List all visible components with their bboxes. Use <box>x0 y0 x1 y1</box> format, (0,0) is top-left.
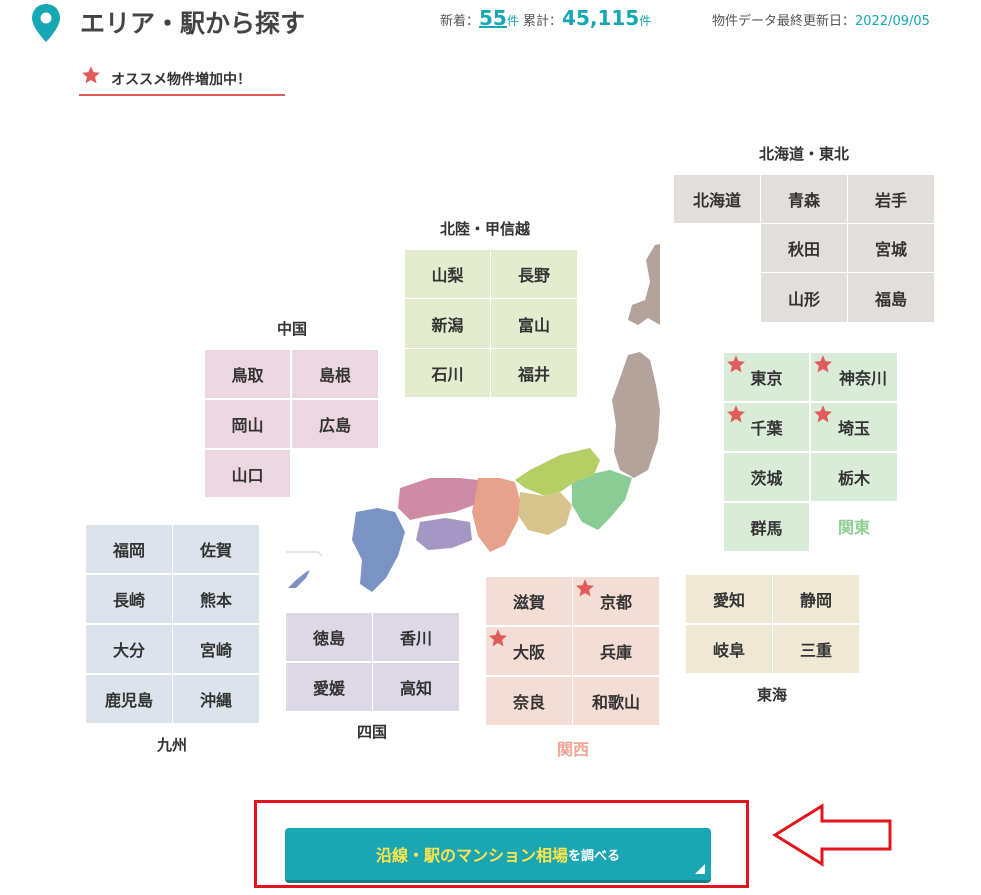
page-title: エリア・駅から探す <box>80 9 306 38</box>
pref-okayama[interactable]: 岡山 <box>205 400 290 448</box>
pref-gifu[interactable]: 岐阜 <box>686 625 772 673</box>
pref-kochi[interactable]: 高知 <box>373 663 459 711</box>
pref-kyoto[interactable]: 京都 <box>573 577 659 625</box>
pref-fukushima[interactable]: 福島 <box>848 273 934 322</box>
pref-shiga[interactable]: 滋賀 <box>486 577 572 625</box>
star-icon <box>576 579 594 597</box>
region-label-kanto: 関東 <box>837 518 870 537</box>
pref-hiroshima[interactable]: 広島 <box>292 400 378 448</box>
region-label-kyushu: 九州 <box>156 736 187 754</box>
star-icon <box>82 66 100 84</box>
pref-iwate[interactable]: 岩手 <box>848 175 934 223</box>
pref-toyama[interactable]: 富山 <box>491 299 577 348</box>
pref-kanagawa[interactable]: 神奈川 <box>811 353 897 401</box>
last-updated: 物件データ最終更新日：2022/09/05 <box>712 10 930 29</box>
map-tohoku <box>612 352 660 478</box>
updated-date: 2022/09/05 <box>855 14 930 29</box>
left-arrow-icon <box>772 803 892 867</box>
pref-tottori[interactable]: 鳥取 <box>205 350 290 398</box>
region-label-hokkaido-tohoku: 北海道・東北 <box>758 145 849 163</box>
pref-yamanashi[interactable]: 山梨 <box>405 250 490 298</box>
map-tokai <box>518 492 572 535</box>
star-icon <box>489 629 507 647</box>
pref-aomori[interactable]: 青森 <box>761 175 847 223</box>
pref-hokkaido[interactable]: 北海道 <box>674 175 760 223</box>
region-label-chugoku: 中国 <box>276 320 307 338</box>
map-chugoku <box>398 478 478 520</box>
pref-saitama[interactable]: 埼玉 <box>811 403 897 451</box>
pref-yamagata[interactable]: 山形 <box>761 273 847 322</box>
region-label-shikoku: 四国 <box>356 723 387 741</box>
pref-miyazaki[interactable]: 宮崎 <box>173 625 259 673</box>
pref-chiba[interactable]: 千葉 <box>724 403 809 451</box>
pref-ehime[interactable]: 愛媛 <box>286 663 372 711</box>
star-icon <box>727 405 745 423</box>
pref-okinawa[interactable]: 沖縄 <box>173 675 259 723</box>
star-icon <box>727 355 745 373</box>
star-icon <box>814 355 832 373</box>
region-label-tokai: 東海 <box>756 686 787 704</box>
pref-fukuoka[interactable]: 福岡 <box>86 525 172 573</box>
new-unit: 件 <box>506 14 519 28</box>
pref-niigata[interactable]: 新潟 <box>405 299 490 348</box>
map-shikoku <box>416 518 472 550</box>
location-pin-icon <box>32 4 60 42</box>
region-label-hokuriku: 北陸・甲信越 <box>439 220 530 238</box>
total-unit: 件 <box>639 14 652 28</box>
total-count: 45,115 <box>562 6 640 30</box>
region-label-kansai: 関西 <box>556 740 589 759</box>
pref-saga[interactable]: 佐賀 <box>173 525 259 573</box>
star-icon <box>814 405 832 423</box>
pref-aichi[interactable]: 愛知 <box>686 575 772 623</box>
map-hokkaido <box>628 244 660 325</box>
pref-kagoshima[interactable]: 鹿児島 <box>86 675 172 723</box>
pref-kagawa[interactable]: 香川 <box>373 613 459 661</box>
pref-shizuoka[interactable]: 静岡 <box>773 575 859 623</box>
pref-oita[interactable]: 大分 <box>86 625 172 673</box>
map-okinawa-inset <box>286 551 323 557</box>
pref-tokushima[interactable]: 徳島 <box>286 613 372 661</box>
pref-wakayama[interactable]: 和歌山 <box>573 677 659 725</box>
pref-mie[interactable]: 三重 <box>773 625 859 673</box>
pref-yamaguchi[interactable]: 山口 <box>205 450 290 497</box>
new-label: 新着： <box>440 14 480 29</box>
highlight-box <box>254 800 749 888</box>
pref-nara[interactable]: 奈良 <box>486 677 572 725</box>
new-count-link[interactable]: 55 <box>479 6 507 30</box>
recommend-banner: オススメ物件増加中！ <box>79 63 285 96</box>
recommend-label: オススメ物件増加中！ <box>111 72 251 88</box>
pref-shimane[interactable]: 島根 <box>292 350 378 398</box>
listing-stats: 新着：55件 累計：45,115件 <box>440 6 651 30</box>
pref-tochigi[interactable]: 栃木 <box>811 453 897 501</box>
pref-fukui[interactable]: 福井 <box>491 349 577 397</box>
map-kyushu <box>352 508 405 592</box>
pref-ibaraki[interactable]: 茨城 <box>724 453 809 501</box>
pref-kumamoto[interactable]: 熊本 <box>173 575 259 623</box>
pref-nagano[interactable]: 長野 <box>491 250 577 298</box>
updated-label: 物件データ最終更新日： <box>712 14 856 29</box>
pref-gunma[interactable]: 群馬 <box>724 503 809 551</box>
pref-tokyo[interactable]: 東京 <box>724 353 809 401</box>
pref-nagasaki[interactable]: 長崎 <box>86 575 172 623</box>
map-kansai <box>472 478 520 552</box>
pref-hyogo[interactable]: 兵庫 <box>573 627 659 675</box>
pref-akita[interactable]: 秋田 <box>761 224 847 272</box>
pref-miyagi[interactable]: 宮城 <box>848 224 934 272</box>
map-okinawa <box>288 570 310 588</box>
total-label: 累計： <box>523 14 563 29</box>
pref-ishikawa[interactable]: 石川 <box>405 349 490 397</box>
pref-osaka[interactable]: 大阪 <box>486 627 572 675</box>
